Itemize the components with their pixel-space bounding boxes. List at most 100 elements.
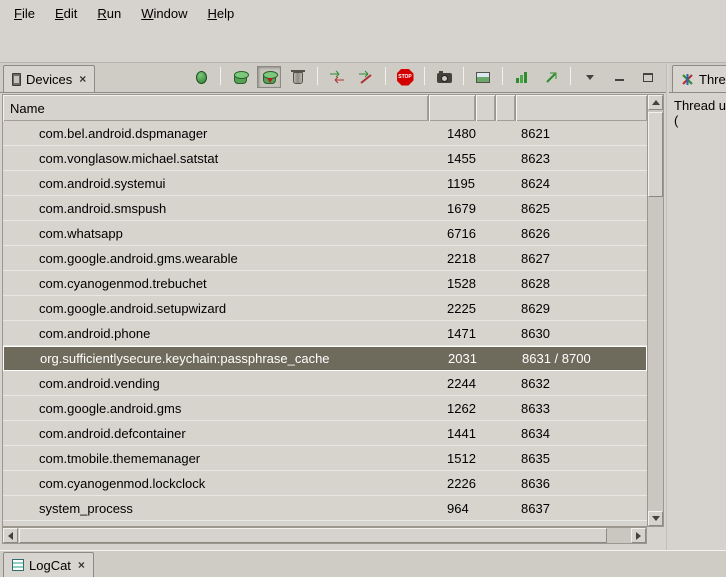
process-pid: 1679 (429, 201, 476, 216)
logcat-icon (12, 559, 24, 571)
scroll-left-icon[interactable] (3, 528, 18, 543)
triangle-right-icon (636, 532, 641, 540)
process-port: 8621 (516, 126, 647, 141)
threads-tab-label: Threads (699, 72, 726, 87)
triangle-left-icon (8, 532, 13, 540)
process-pid: 964 (429, 501, 476, 516)
process-name: system_process (3, 501, 429, 516)
menu-help[interactable]: Help (197, 3, 244, 24)
dump-hprof-icon[interactable] (257, 66, 281, 88)
threads-tabbar: Threads (669, 63, 726, 93)
process-port: 8634 (516, 426, 647, 441)
process-name: com.google.android.gms.wearable (3, 251, 429, 266)
table-row[interactable]: com.android.systemui 1195 8624 (3, 171, 647, 196)
process-port: 8628 (516, 276, 647, 291)
vertical-scroll-thumb[interactable] (648, 112, 663, 197)
sysinfo-icon[interactable] (510, 66, 534, 88)
process-pid: 1480 (429, 126, 476, 141)
menu-run[interactable]: Run (87, 3, 131, 24)
close-icon[interactable]: × (76, 558, 85, 572)
tab-devices[interactable]: Devices × (3, 65, 95, 92)
threads-panel: Threads Thread up ( (669, 63, 726, 550)
triangle-down-icon (652, 516, 660, 521)
toolbar-separator (385, 67, 386, 85)
table-row[interactable]: system_process 964 8637 (3, 496, 647, 521)
cause-gc-icon[interactable] (286, 66, 310, 88)
process-name: com.bel.android.dspmanager (3, 126, 429, 141)
threads-message: Thread up ( (669, 93, 726, 128)
process-pid: 20311 (430, 351, 477, 366)
column-header-name[interactable]: Name (3, 95, 429, 121)
table-row[interactable]: com.android.defcontainer 14411 8634 (3, 421, 647, 446)
table-row[interactable]: com.android.vending 22440 8632 (3, 371, 647, 396)
close-icon[interactable]: × (77, 72, 86, 86)
table-row[interactable]: com.whatsapp 6716 8626 (3, 221, 647, 246)
method-profiling-icon[interactable] (354, 66, 378, 88)
stop-process-icon[interactable]: STOP (393, 66, 417, 88)
scroll-right-icon[interactable] (631, 528, 646, 543)
screen-capture-icon[interactable] (432, 66, 456, 88)
process-name: com.android.vending (3, 376, 429, 391)
menu-window[interactable]: Window (131, 3, 197, 24)
hprof-icon (263, 74, 276, 84)
toolbar-separator (317, 67, 318, 85)
column-header-4[interactable] (496, 95, 516, 121)
table-row[interactable]: com.google.android.setupwizard 22250 862… (3, 296, 647, 321)
device-table-body: com.bel.android.dspmanager 1480 8621 com… (3, 121, 647, 521)
table-row[interactable]: com.tmobile.thememanager 1512 8635 (3, 446, 647, 471)
column-header-3[interactable] (476, 95, 496, 121)
table-row[interactable]: com.cyanogenmod.lockclock 22265 8636 (3, 471, 647, 496)
process-port: 8629 (516, 301, 647, 316)
process-pid: 22185 (429, 251, 476, 266)
process-name: com.google.android.gms (3, 401, 429, 416)
devices-panel: Devices × STOP (0, 63, 666, 550)
trash-icon (293, 72, 303, 84)
heap-icon (234, 74, 247, 84)
process-pid: 14553 (429, 151, 476, 166)
tab-logcat[interactable]: LogCat × (3, 552, 94, 577)
process-name: com.tmobile.thememanager (3, 451, 429, 466)
table-row[interactable]: com.google.android.gms 12623 8633 (3, 396, 647, 421)
horizontal-scrollbar[interactable] (2, 527, 647, 544)
process-port: 8624 (516, 176, 647, 191)
column-header-port[interactable] (516, 95, 647, 121)
process-port: 8636 (516, 476, 647, 491)
table-row[interactable]: com.android.phone 1471 8630 (3, 321, 647, 346)
minimize-icon[interactable] (607, 66, 631, 88)
tab-threads[interactable]: Threads (672, 65, 726, 92)
process-name: com.vonglasow.michael.satstat (3, 151, 429, 166)
update-threads-icon[interactable] (325, 66, 349, 88)
maximize-icon[interactable] (636, 66, 660, 88)
device-icon (12, 73, 21, 86)
update-heap-icon[interactable] (228, 66, 252, 88)
table-row[interactable]: com.bel.android.dspmanager 1480 8621 (3, 121, 647, 146)
process-name: com.whatsapp (3, 226, 429, 241)
process-pid: 1471 (429, 326, 476, 341)
picture-icon (476, 72, 490, 83)
threads-message-line1: Thread up (674, 98, 726, 113)
vertical-scrollbar[interactable] (647, 95, 663, 526)
menu-edit[interactable]: Edit (45, 3, 87, 24)
table-row[interactable]: org.sufficientlysecure.keychain:passphra… (3, 346, 647, 371)
device-table-grid: Name com.bel.android.dspmanager 1480 862… (3, 95, 647, 526)
horizontal-scroll-thumb[interactable] (19, 528, 607, 543)
logcat-bar: LogCat × (0, 550, 726, 577)
column-header-pid[interactable] (429, 95, 476, 121)
scroll-down-icon[interactable] (648, 511, 663, 526)
threads-message-line2: ( (674, 113, 726, 128)
process-port: 8630 (516, 326, 647, 341)
report-icon[interactable] (471, 66, 495, 88)
debug-process-icon[interactable] (189, 66, 213, 88)
process-pid: 22265 (429, 476, 476, 491)
bug-icon (196, 71, 207, 84)
table-row[interactable]: com.cyanogenmod.trebuchet 1528 8628 (3, 271, 647, 296)
view-menu-icon[interactable] (578, 66, 602, 88)
table-row[interactable]: com.android.smspush 1679 8625 (3, 196, 647, 221)
table-row[interactable]: com.google.android.gms.wearable 22185 86… (3, 246, 647, 271)
menu-file[interactable]: File (4, 3, 45, 24)
table-row[interactable]: com.vonglasow.michael.satstat 14553 8623 (3, 146, 647, 171)
scroll-up-icon[interactable] (648, 95, 663, 110)
process-pid: 1195 (429, 176, 476, 191)
process-name: com.android.smspush (3, 201, 429, 216)
trend-icon[interactable] (539, 66, 563, 88)
